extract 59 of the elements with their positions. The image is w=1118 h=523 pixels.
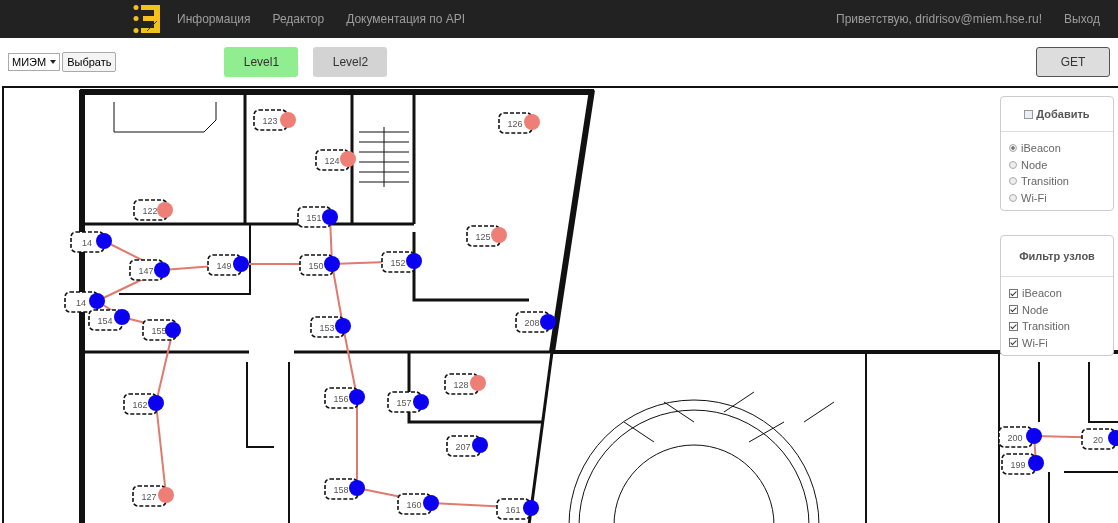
option-label: Node — [1022, 303, 1049, 316]
node-marker[interactable] — [413, 394, 429, 410]
node-marker[interactable] — [472, 437, 488, 453]
option-label: Transition — [1022, 320, 1070, 333]
option-label: iBeacon — [1021, 142, 1061, 155]
node-marker[interactable] — [233, 256, 249, 272]
radio-button[interactable] — [1009, 177, 1017, 186]
node-marker[interactable] — [96, 233, 112, 249]
beacon-marker[interactable] — [280, 112, 296, 128]
node-marker[interactable] — [89, 293, 105, 309]
nav-link[interactable]: Редактор — [272, 12, 325, 26]
node-marker[interactable] — [148, 395, 164, 411]
beacon-marker[interactable] — [470, 375, 486, 391]
option-label: Wi-Fi — [1021, 191, 1047, 204]
nav-link[interactable]: Документация по API — [346, 12, 466, 26]
caret-icon — [50, 60, 57, 64]
radio-button[interactable] — [1009, 193, 1017, 202]
beacon-marker[interactable] — [524, 114, 540, 130]
node-marker[interactable] — [1028, 455, 1044, 471]
node-marker[interactable] — [423, 495, 439, 511]
node-marker[interactable] — [335, 318, 351, 334]
beacon-marker[interactable] — [340, 151, 356, 167]
option-label: Transition — [1021, 175, 1069, 188]
panel-title: Фильтр узлов — [1019, 250, 1095, 262]
node-marker[interactable] — [114, 309, 130, 325]
nav-link[interactable]: Информация — [177, 12, 251, 26]
option-label: Wi-Fi — [1022, 336, 1048, 349]
get-button[interactable]: GET — [1036, 47, 1110, 77]
beacon-marker[interactable] — [158, 487, 174, 503]
node-marker[interactable] — [406, 253, 422, 269]
select-button[interactable]: Выбрать — [62, 52, 117, 72]
site-dropdown[interactable]: МИЭМ — [8, 53, 61, 71]
node-marker[interactable] — [349, 389, 365, 405]
option-label: Node — [1021, 158, 1048, 171]
logo-icon[interactable] — [133, 4, 161, 34]
node-marker[interactable] — [349, 480, 365, 496]
radio-button[interactable] — [1009, 144, 1017, 153]
node-marker[interactable] — [540, 314, 556, 330]
greeting-text: Приветствую, dridrisov@miem.hse.ru! — [836, 12, 1043, 26]
beacon-marker[interactable] — [491, 227, 507, 243]
radio-button[interactable] — [1009, 160, 1017, 169]
filter-checkbox[interactable] — [1009, 338, 1018, 348]
node-marker[interactable] — [322, 209, 338, 225]
level-tab[interactable]: Level1 — [224, 47, 299, 77]
node-marker[interactable] — [154, 262, 170, 278]
filter-checkbox[interactable] — [1009, 288, 1018, 298]
level-tab[interactable]: Level2 — [313, 47, 388, 77]
logout-link[interactable]: Выход — [1064, 12, 1100, 26]
node-marker[interactable] — [165, 322, 181, 338]
filter-checkbox[interactable] — [1009, 305, 1018, 315]
node-marker[interactable] — [1108, 430, 1118, 446]
add-checkbox[interactable] — [1024, 109, 1034, 119]
node-marker[interactable] — [1026, 428, 1042, 444]
filter-checkbox[interactable] — [1009, 321, 1018, 331]
node-marker[interactable] — [324, 256, 340, 272]
option-label: iBeacon — [1022, 287, 1062, 300]
node-marker[interactable] — [523, 500, 539, 516]
panel-title: Добавить — [1036, 108, 1090, 120]
beacon-marker[interactable] — [157, 202, 173, 218]
